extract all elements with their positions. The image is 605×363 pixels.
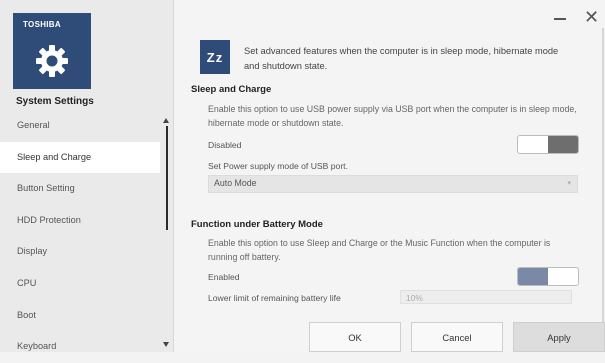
main-panel: ✕ Zz Set advanced features when the comp…	[174, 0, 605, 352]
gear-icon	[36, 45, 68, 77]
main-scrollbar[interactable]	[602, 28, 604, 344]
sleep-charge-title: Sleep and Charge	[191, 84, 272, 95]
sidebar-item-button-setting[interactable]: Button Setting	[0, 173, 160, 205]
sidebar-nav: General Sleep and Charge Button Setting …	[0, 110, 160, 363]
intro-text: Set advanced features when the computer …	[244, 46, 559, 71]
sleep-icon: Zz	[200, 40, 230, 74]
ok-button[interactable]: OK	[309, 322, 401, 352]
sidebar-item-cpu[interactable]: CPU	[0, 268, 160, 300]
cancel-button[interactable]: Cancel	[411, 322, 503, 352]
toggle-knob	[548, 136, 578, 153]
app-title: System Settings	[16, 96, 94, 107]
sidebar-item-keyboard[interactable]: Keyboard	[0, 331, 160, 363]
sidebar-item-hdd-protection[interactable]: HDD Protection	[0, 205, 160, 237]
app-logo-tile: TOSHIBA	[13, 13, 91, 89]
battery-mode-toggle[interactable]	[517, 267, 579, 286]
chevron-down-icon: ▾	[567, 180, 571, 187]
apply-button[interactable]: Apply	[513, 322, 605, 352]
sidebar-item-display[interactable]: Display	[0, 236, 160, 268]
brand-label: TOSHIBA	[23, 20, 61, 29]
supply-mode-value: Auto Mode	[214, 178, 257, 188]
toggle-knob	[518, 268, 548, 285]
sidebar-scrollbar[interactable]	[166, 126, 168, 230]
minimize-icon[interactable]	[554, 18, 566, 20]
sleep-charge-state-label: Disabled	[208, 140, 242, 150]
scroll-up-arrow-icon[interactable]	[163, 118, 169, 123]
sidebar-item-sleep-and-charge[interactable]: Sleep and Charge	[0, 141, 160, 174]
lower-limit-label: Lower limit of remaining battery life	[208, 293, 341, 303]
sleep-charge-toggle[interactable]	[517, 135, 579, 154]
battery-mode-description: Enable this option to use Sleep and Char…	[208, 238, 551, 262]
battery-mode-title: Function under Battery Mode	[191, 219, 323, 230]
scroll-down-arrow-icon[interactable]	[163, 342, 169, 347]
close-icon[interactable]: ✕	[584, 8, 599, 26]
battery-mode-state-label: Enabled	[208, 272, 240, 282]
sidebar-item-boot[interactable]: Boot	[0, 300, 160, 332]
sidebar: TOSHIBA System Settings General Sleep an…	[0, 0, 174, 352]
lower-limit-field[interactable]: 10%	[400, 290, 572, 304]
sleep-charge-description: Enable this option to use USB power supp…	[208, 104, 577, 128]
sidebar-item-general[interactable]: General	[0, 110, 160, 142]
supply-mode-label: Set Power supply mode of USB port.	[208, 161, 348, 171]
supply-mode-dropdown[interactable]: Auto Mode ▾	[208, 175, 578, 193]
